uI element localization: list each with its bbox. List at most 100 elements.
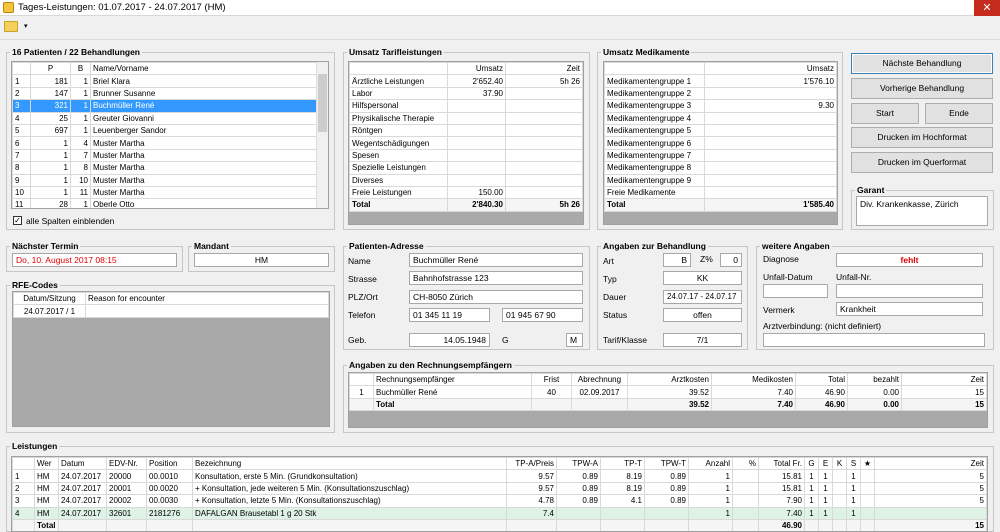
med-row[interactable]: Medikamentengruppe 2 [604,86,837,101]
rfe-header[interactable]: Reason for encounter [85,292,329,306]
med-row[interactable]: Medikamentengruppe 3 9.30 [604,99,837,113]
services-table[interactable]: Wer Datum EDV-Nr. Position Bezeichnung TP-A/P… [11,456,988,532]
accident-nr-field[interactable] [836,284,983,298]
services-header[interactable]: K [832,457,847,471]
service-row[interactable]: 1 HM 24.07.2017 20000 00.0010 Konsultation, e… [12,469,987,483]
tarif-row[interactable]: Hilfspersonal [349,99,583,113]
services-header[interactable]: Anzahl [688,457,733,471]
prev-treatment-button[interactable]: Vorherige Behandlung [851,78,993,99]
recipients-header[interactable]: Zeit [901,373,987,387]
services-header[interactable]: Bezeichnung [192,457,507,471]
patients-header[interactable] [12,62,31,76]
med-row[interactable]: Medikamentengruppe 1 1'576.10 [604,74,837,88]
service-row[interactable]: 4 HM 24.07.2017 32601 2181276 DAFALGAN Brause… [12,506,987,520]
next-treatment-button[interactable]: Nächste Behandlung [851,53,993,74]
tarif-header[interactable]: Zeit [505,62,583,76]
patient-row[interactable]: 8 1 8 Muster Martha [12,161,318,175]
birth-field[interactable]: 14.05.1948 [409,333,490,347]
remark-field[interactable]: Krankheit [836,302,983,316]
services-header[interactable]: Total Fr. [758,457,805,471]
patients-header[interactable]: B [70,62,91,76]
patient-row[interactable]: 9 1 10 Muster Martha [12,173,318,187]
services-header[interactable]: Position [146,457,193,471]
services-header[interactable] [12,457,35,471]
med-row[interactable]: Medikamentengruppe 6 [604,136,837,150]
tarif-row[interactable]: Diverses [349,173,583,187]
tarif-header[interactable] [349,62,448,76]
patient-row[interactable]: 5 697 1 Leuenberger Sandor [12,123,318,138]
tarif-row[interactable]: Spesen [349,148,583,163]
print-landscape-button[interactable]: Drucken im Querformat [851,152,993,173]
services-header[interactable]: G [804,457,819,471]
recipients-header[interactable]: Rechnungsempfänger [373,373,532,387]
med-row[interactable]: Medikamentengruppe 8 [604,161,837,175]
city-field[interactable]: CH-8050 Zürich [409,290,583,304]
end-button[interactable]: Ende [925,103,993,124]
typ-field[interactable]: KK [663,271,742,285]
chevron-down-icon[interactable]: ▾ [24,22,28,30]
tarif-row[interactable]: Wegentschädigungen [349,136,583,150]
services-header[interactable]: S [846,457,861,471]
sex-field[interactable]: M [566,333,583,347]
art-field[interactable]: B [663,253,691,267]
services-header[interactable]: TPW-T [644,457,689,471]
med-row[interactable]: Medikamentengruppe 9 [604,173,837,187]
diagnosis-field[interactable]: fehlt [836,253,983,267]
patient-row[interactable]: 1 181 1 Briel Klara [12,74,318,88]
services-header[interactable]: Datum [58,457,107,471]
patients-scrollbar[interactable] [316,62,328,208]
tarif-row[interactable]: Röntgen [349,123,583,138]
med-row[interactable]: Medikamentengruppe 7 [604,148,837,163]
street-field[interactable]: Bahnhofstrasse 123 [409,271,583,285]
services-header[interactable]: ★ [860,457,875,471]
patients-header[interactable]: Name/Vorname [90,62,318,76]
recipients-table[interactable]: Rechnungsempfänger Frist Abrechnung Arztkos… [348,372,988,428]
recipients-header[interactable]: bezahlt [847,373,902,387]
patient-row[interactable]: 6 1 4 Muster Martha [12,136,318,150]
close-button[interactable]: ✕ [974,0,1000,16]
patient-row[interactable]: 2 147 1 Brunner Susanne [12,86,318,101]
patient-row[interactable]: 11 28 1 Oberle Otto [12,198,318,208]
name-field[interactable]: Buchmüller René [409,253,583,267]
recipients-header[interactable]: Arztkosten [627,373,712,387]
print-portrait-button[interactable]: Drucken im Hochformat [851,127,993,148]
patients-table[interactable]: P B Name/Vorname 1 181 1 Briel Klara 2 147 1 Brunn… [11,61,329,209]
rfe-header[interactable]: Datum/Sitzung [13,292,86,306]
rfe-table[interactable]: Datum/Sitzung Reason for encounter 24.07.2… [12,291,330,427]
services-header[interactable]: TP-T [600,457,645,471]
phone2-field[interactable]: 01 945 67 90 [502,308,583,322]
rfe-row[interactable]: 24.07.2017 / 1 [13,304,329,318]
folder-icon[interactable] [4,21,18,32]
services-header[interactable]: % [732,457,759,471]
med-row[interactable]: Medikamentengruppe 4 [604,111,837,125]
tarif-row[interactable]: Physikalische Therapie [349,111,583,125]
recipients-header[interactable]: Medikosten [711,373,796,387]
doctor-link-field[interactable] [763,333,985,347]
dauer-field[interactable]: 24.07.17 - 24.07.17 [663,290,742,304]
start-button[interactable]: Start [851,103,919,124]
tarif-row[interactable]: Ärztliche Leistungen 2'652.40 5h 26 [349,74,583,88]
patient-row[interactable]: 4 25 1 Greuter Giovanni [12,111,318,125]
z-field[interactable]: 0 [720,253,742,267]
service-row[interactable]: 2 HM 24.07.2017 20001 00.0020 + Konsultation,… [12,481,987,496]
services-header[interactable]: TPW-A [556,457,601,471]
accident-date-field[interactable] [763,284,828,298]
patient-row[interactable]: 10 1 11 Muster Martha [12,185,318,200]
services-header[interactable]: Zeit [874,457,987,471]
patient-row[interactable]: 3 321 1 Buchmüller René [12,99,318,113]
recipients-header[interactable]: Total [795,373,848,387]
med-row[interactable]: Medikamentengruppe 5 [604,123,837,138]
med-header[interactable]: Umsatz [704,62,837,76]
tarif-row[interactable]: Labor 37.90 [349,86,583,101]
patients-header[interactable]: P [30,62,71,76]
service-row[interactable]: 3 HM 24.07.2017 20002 00.0030 + Konsultation,… [12,494,987,508]
status-field[interactable]: offen [663,308,742,322]
med-row[interactable]: Freie Medikamente [604,185,837,200]
recipients-header[interactable]: Frist [531,373,572,387]
show-all-checkbox[interactable]: ✓ [13,216,22,225]
services-header[interactable]: Wer [34,457,59,471]
services-header[interactable]: EDV-Nr. [106,457,147,471]
tarif-row[interactable]: Spezielle Leistungen [349,161,583,175]
tarif-field[interactable]: 7/1 [663,333,742,347]
services-header[interactable]: TP-A/Preis [506,457,557,471]
